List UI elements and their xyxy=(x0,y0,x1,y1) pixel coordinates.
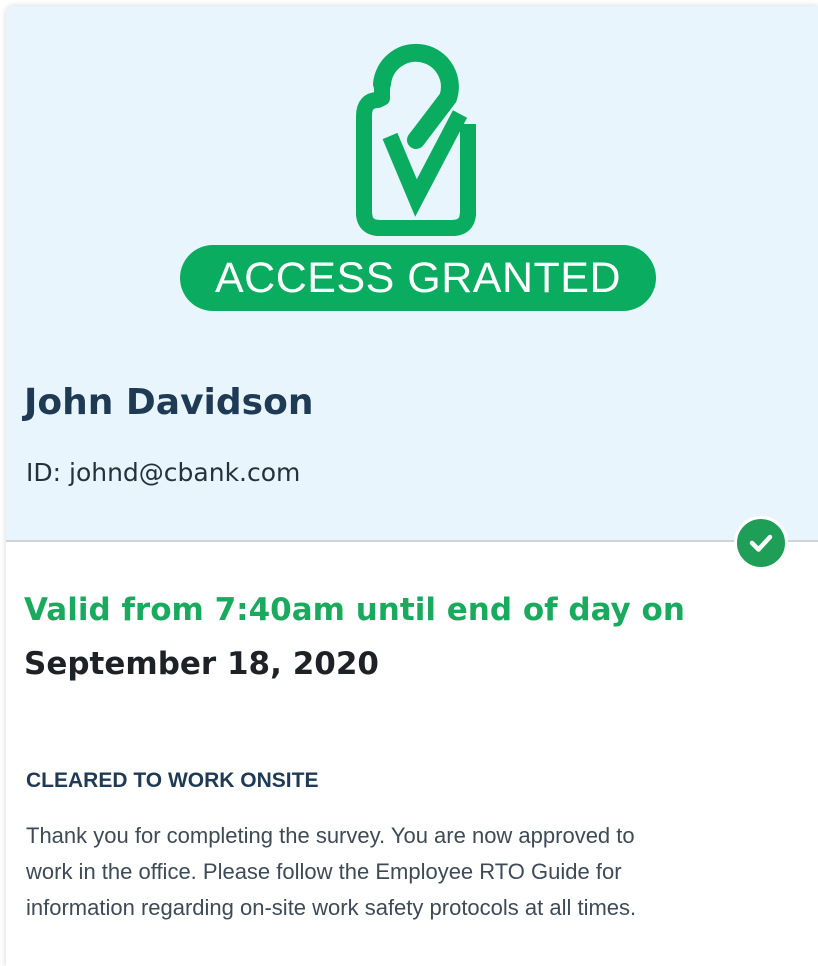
check-icon xyxy=(749,534,773,552)
access-granted-badge: ACCESS GRANTED xyxy=(180,245,656,311)
user-name: John Davidson xyxy=(24,382,314,423)
clearance-message: Thank you for completing the survey. You… xyxy=(26,818,806,926)
lock-check-icon xyxy=(356,43,476,236)
message-line: work in the office. Please follow the Em… xyxy=(26,859,622,884)
access-pass-card: ACCESS GRANTED John Davidson ID: johnd@c… xyxy=(6,6,818,966)
validity-period: Valid from 7:40am until end of day on xyxy=(24,592,685,628)
validity-date: September 18, 2020 xyxy=(24,646,379,682)
pass-header-panel: ACCESS GRANTED John Davidson ID: johnd@c… xyxy=(6,6,818,542)
checkmark-circle-icon xyxy=(734,516,788,570)
user-id: ID: johnd@cbank.com xyxy=(26,458,301,487)
clearance-heading: CLEARED TO WORK ONSITE xyxy=(26,769,319,792)
message-line: Thank you for completing the survey. You… xyxy=(26,823,635,848)
message-line: information regarding on-site work safet… xyxy=(26,895,637,920)
